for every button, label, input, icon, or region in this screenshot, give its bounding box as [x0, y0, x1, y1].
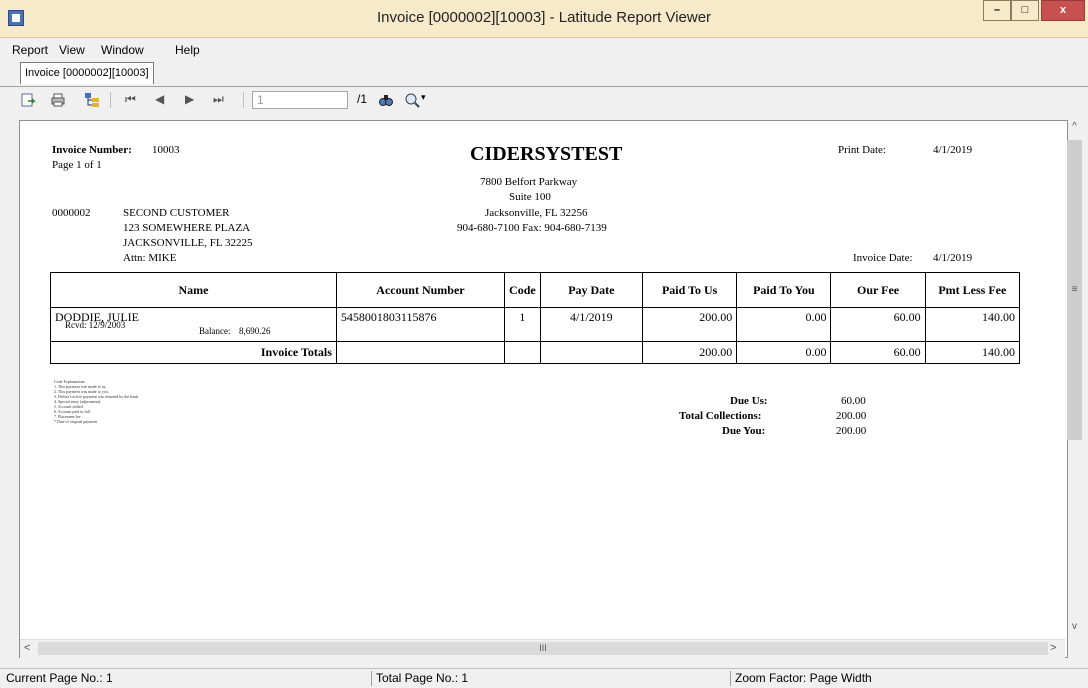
document-tabs: Invoice [0000002][10003]	[0, 60, 1088, 87]
col-pay-date: Pay Date	[539, 272, 644, 308]
vertical-scrollbar[interactable]: ^ ≡ v	[1065, 121, 1084, 639]
scroll-left-icon[interactable]: <	[24, 642, 30, 654]
first-page-icon[interactable]: ⏮	[125, 92, 136, 108]
col-our-fee: Our Fee	[830, 272, 926, 308]
next-page-icon[interactable]: ▶	[185, 92, 194, 108]
col-paid-to-us: Paid To Us	[642, 272, 738, 308]
totals-paid-to-you: 0.00	[736, 341, 832, 364]
col-account-number: Account Number	[335, 272, 506, 308]
table-row: DODDIE, JULIE Rcvd: 12/9/2003 Balance: 8…	[50, 307, 1021, 342]
total-collections-label: Total Collections:	[679, 410, 762, 422]
customer-city: JACKSONVILLE, FL 32225	[123, 237, 253, 249]
print-icon[interactable]	[50, 92, 66, 108]
col-paid-to-you: Paid To You	[736, 272, 832, 308]
cell-paid-to-us: 200.00	[642, 307, 738, 342]
cell-pmt-less-fee: 140.00	[924, 307, 1021, 342]
company-phone: 904-680-7100 Fax: 904-680-7139	[457, 222, 607, 234]
totals-empty	[504, 341, 541, 364]
vertical-scroll-thumb[interactable]: ≡	[1067, 140, 1082, 440]
export-icon[interactable]	[20, 92, 36, 108]
due-you-value: 200.00	[836, 425, 867, 437]
report-page: Invoice Number: 10003 Page 1 of 1 CIDERS…	[20, 121, 1065, 639]
cell-account: 5458001803115876	[335, 307, 506, 342]
totals-pmt-less-fee: 140.00	[924, 341, 1021, 364]
total-page-status: Total Page No.: 1	[371, 671, 468, 686]
cell-name: DODDIE, JULIE Rcvd: 12/9/2003 Balance: 8…	[50, 307, 337, 342]
totals-paid-to-us: 200.00	[642, 341, 738, 364]
toolbar-separator	[110, 92, 111, 108]
status-bar: Current Page No.: 1 Total Page No.: 1 Zo…	[0, 668, 1088, 688]
print-date: 4/1/2019	[933, 144, 973, 156]
toolbar: ⏮ ◀ ▶ ⏭ 1 /1 ▾	[0, 88, 1088, 114]
legend-line: * Date of original payment	[54, 419, 98, 424]
code-legend: Code Explanations: 1. This payment was m…	[54, 379, 139, 424]
company-name: CIDERSYSTEST	[470, 143, 623, 165]
cell-paid-to-you: 0.00	[736, 307, 832, 342]
due-you-label: Due You:	[722, 425, 766, 437]
total-collections-value: 200.00	[836, 410, 867, 422]
page-number-input[interactable]: 1	[252, 91, 348, 109]
minimize-button[interactable]: –	[983, 0, 1011, 21]
balance-label: Balance:	[199, 326, 231, 336]
totals-empty	[335, 341, 506, 364]
invoice-table: Name Account Number Code Pay Date Paid T…	[50, 272, 1021, 364]
cell-code: 1	[504, 307, 541, 342]
find-icon[interactable]	[378, 92, 394, 108]
invoice-date-label: Invoice Date:	[853, 252, 913, 264]
current-page-status: Current Page No.: 1	[6, 671, 113, 685]
cell-our-fee: 60.00	[830, 307, 926, 342]
company-address2: Suite 100	[509, 191, 551, 203]
menu-report[interactable]: Report	[12, 43, 48, 57]
due-us-value: 60.00	[841, 395, 866, 407]
tab-invoice[interactable]: Invoice [0000002][10003]	[20, 62, 154, 84]
zoom-status: Zoom Factor: Page Width	[730, 671, 872, 686]
table-header-row: Name Account Number Code Pay Date Paid T…	[50, 272, 1021, 308]
toolbar-separator	[243, 92, 244, 108]
customer-name: SECOND CUSTOMER	[123, 207, 230, 219]
prev-page-icon[interactable]: ◀	[155, 92, 164, 108]
cell-pay-date: 4/1/2019	[539, 307, 644, 342]
zoom-dropdown-icon[interactable]: ▾	[421, 92, 426, 108]
window-title: Invoice [0000002][10003] - Latitude Repo…	[376, 9, 712, 26]
page-total: /1	[357, 92, 368, 106]
scroll-down-icon[interactable]: v	[1065, 621, 1084, 638]
page-of: Page 1 of 1	[52, 159, 102, 171]
customer-attn: Attn: MIKE	[123, 252, 177, 264]
company-city: Jacksonville, FL 32256	[485, 207, 588, 219]
group-tree-icon[interactable]	[84, 92, 100, 108]
zoom-icon[interactable]	[404, 92, 420, 108]
print-date-label: Print Date:	[838, 144, 886, 156]
scroll-right-icon[interactable]: >	[1050, 642, 1056, 654]
due-us-label: Due Us:	[730, 395, 768, 407]
title-bar: Invoice [0000002][10003] - Latitude Repo…	[0, 0, 1088, 38]
menu-view[interactable]: View	[59, 43, 85, 57]
col-pmt-less-fee: Pmt Less Fee	[924, 272, 1021, 308]
last-page-icon[interactable]: ⏭	[213, 92, 224, 108]
maximize-button[interactable]: □	[1011, 0, 1039, 21]
report-viewer: Invoice Number: 10003 Page 1 of 1 CIDERS…	[19, 120, 1082, 658]
close-button[interactable]: x	[1041, 0, 1085, 21]
horizontal-scroll-thumb[interactable]: III	[38, 642, 1048, 655]
col-name: Name	[50, 272, 337, 308]
totals-our-fee: 60.00	[830, 341, 926, 364]
customer-address: 123 SOMEWHERE PLAZA	[123, 222, 251, 234]
customer-id: 0000002	[52, 207, 91, 219]
col-code: Code	[504, 272, 541, 308]
invoice-number-label: Invoice Number:	[52, 144, 132, 156]
invoice-date: 4/1/2019	[933, 252, 973, 264]
totals-empty	[539, 341, 644, 364]
menu-bar: Report View Window Help	[0, 40, 1088, 58]
menu-window[interactable]: Window	[101, 43, 144, 57]
company-address1: 7800 Belfort Parkway	[480, 176, 578, 188]
rcvd-date: Rcvd: 12/9/2003	[65, 320, 126, 330]
scroll-up-icon[interactable]: ^	[1065, 121, 1084, 138]
totals-label: Invoice Totals	[50, 341, 337, 364]
horizontal-scrollbar[interactable]: < III >	[20, 639, 1065, 658]
totals-row: Invoice Totals 200.00 0.00 60.00 140.00	[50, 341, 1021, 364]
invoice-number: 10003	[152, 144, 180, 156]
menu-help[interactable]: Help	[175, 43, 200, 57]
balance-value: 8,690.26	[239, 326, 271, 336]
